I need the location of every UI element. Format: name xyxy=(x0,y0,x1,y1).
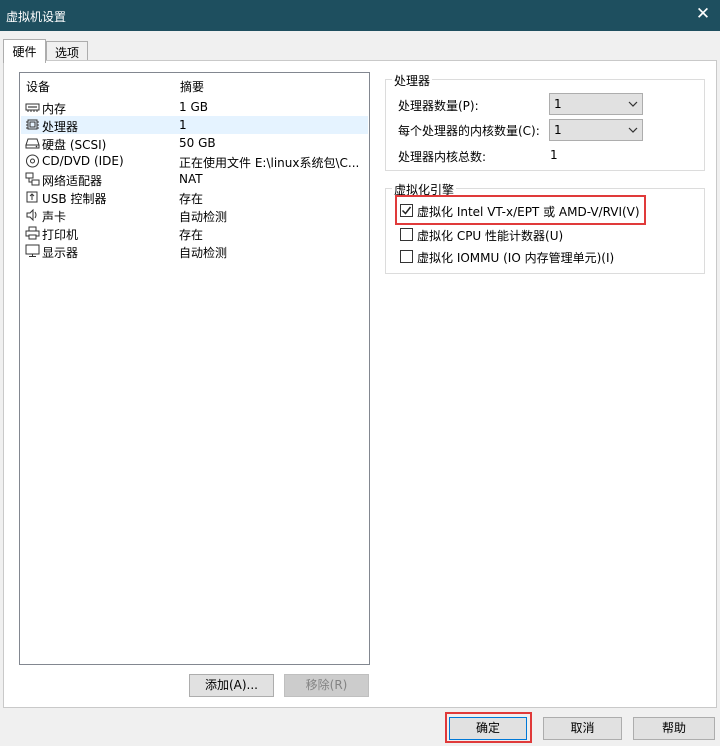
device-row-network-adapter[interactable]: 网络适配器 NAT xyxy=(21,170,368,188)
total-cores-label: 处理器内核总数: xyxy=(398,150,487,164)
hardware-panel: 设备 摘要 内存 1 GB 处理器 1 硬盘 (SCSI) 50 GB CD/D… xyxy=(3,60,717,708)
tab-options[interactable]: 选项 xyxy=(46,41,88,61)
device-list[interactable]: 设备 摘要 内存 1 GB 处理器 1 硬盘 (SCSI) 50 GB CD/D… xyxy=(19,72,370,665)
device-row-usb-controller[interactable]: USB 控制器 存在 xyxy=(21,188,368,206)
chevron-down-icon xyxy=(628,101,638,107)
device-name: 声卡 xyxy=(42,210,67,224)
printer-icon xyxy=(25,226,40,240)
window-title: 虚拟机设置 xyxy=(6,10,67,24)
vtx-ept-checkbox[interactable] xyxy=(400,204,413,217)
device-row-cd-dvd[interactable]: CD/DVD (IDE) 正在使用文件 E:\linux系统包\C... xyxy=(21,152,368,170)
iommu-label[interactable]: 虚拟化 IOMMU (IO 内存管理单元)(I) xyxy=(417,249,614,266)
cancel-button[interactable]: 取消 xyxy=(543,717,622,740)
vtx-ept-label[interactable]: 虚拟化 Intel VT-x/EPT 或 AMD-V/RVI(V) xyxy=(417,203,640,220)
memory-icon xyxy=(25,103,40,112)
tab-hardware[interactable]: 硬件 xyxy=(3,39,46,63)
ok-button[interactable]: 确定 xyxy=(449,717,527,740)
device-summary: 1 GB xyxy=(179,100,208,114)
device-name: 网络适配器 xyxy=(42,174,103,188)
remove-device-button[interactable]: 移除(R) xyxy=(284,674,369,697)
device-row-memory[interactable]: 内存 1 GB xyxy=(21,98,368,116)
cores-per-processor-value: 1 xyxy=(554,123,562,137)
device-row-processor[interactable]: 处理器 1 xyxy=(21,116,368,134)
close-button[interactable]: ✕ xyxy=(692,3,714,25)
device-name: 处理器 xyxy=(42,120,79,134)
column-header-summary[interactable]: 摘要 xyxy=(180,78,204,95)
processor-count-label: 处理器数量(P): xyxy=(398,99,479,113)
total-cores-value: 1 xyxy=(550,148,558,162)
device-row-sound-card[interactable]: 声卡 自动检测 xyxy=(21,206,368,224)
device-name: CD/DVD (IDE) xyxy=(42,154,124,168)
processor-count-select[interactable]: 1 xyxy=(549,93,643,115)
sound-card-icon xyxy=(26,208,37,222)
device-name: USB 控制器 xyxy=(42,192,107,206)
cores-per-processor-label: 每个处理器的内核数量(C): xyxy=(398,124,540,138)
device-row-display[interactable]: 显示器 自动检测 xyxy=(21,242,368,260)
processor-group-title: 处理器 xyxy=(392,72,433,89)
cd-dvd-icon xyxy=(26,154,39,168)
display-icon xyxy=(25,244,40,257)
network-adapter-icon xyxy=(25,172,40,186)
add-device-button[interactable]: 添加(A)... xyxy=(189,674,274,697)
device-summary: 自动检测 xyxy=(179,246,228,260)
cores-per-processor-select[interactable]: 1 xyxy=(549,119,643,141)
iommu-checkbox[interactable] xyxy=(400,250,413,263)
device-name: 打印机 xyxy=(42,228,79,242)
processor-group: 处理器 处理器数量(P): 1 每个处理器的内核数量(C): 1 处理器内核总数… xyxy=(385,72,705,171)
column-header-device[interactable]: 设备 xyxy=(26,78,50,95)
device-summary: 1 xyxy=(179,118,187,132)
cpu-perf-counters-label[interactable]: 虚拟化 CPU 性能计数器(U) xyxy=(417,227,563,244)
device-summary: 存在 xyxy=(179,192,204,206)
device-name: 硬盘 (SCSI) xyxy=(42,138,107,152)
hard-disk-icon xyxy=(25,138,40,149)
device-row-hard-disk[interactable]: 硬盘 (SCSI) 50 GB xyxy=(21,134,368,152)
processor-count-value: 1 xyxy=(554,97,562,111)
checkmark-icon xyxy=(401,206,412,215)
processor-icon xyxy=(26,119,39,130)
virtualization-engine-group: 虚拟化引擎 虚拟化 Intel VT-x/EPT 或 AMD-V/RVI(V) … xyxy=(385,181,705,274)
usb-icon xyxy=(26,191,38,203)
chevron-down-icon xyxy=(628,127,638,133)
device-summary: 正在使用文件 E:\linux系统包\C... xyxy=(179,156,360,170)
device-row-printer[interactable]: 打印机 存在 xyxy=(21,224,368,242)
title-bar: 虚拟机设置 ✕ xyxy=(0,0,720,31)
device-summary: NAT xyxy=(179,172,203,186)
device-name: 内存 xyxy=(42,102,67,116)
device-summary: 自动检测 xyxy=(179,210,228,224)
cpu-perf-counters-checkbox[interactable] xyxy=(400,228,413,241)
help-button[interactable]: 帮助 xyxy=(633,717,715,740)
device-name: 显示器 xyxy=(42,246,79,260)
device-summary: 存在 xyxy=(179,228,204,242)
device-summary: 50 GB xyxy=(179,136,216,150)
